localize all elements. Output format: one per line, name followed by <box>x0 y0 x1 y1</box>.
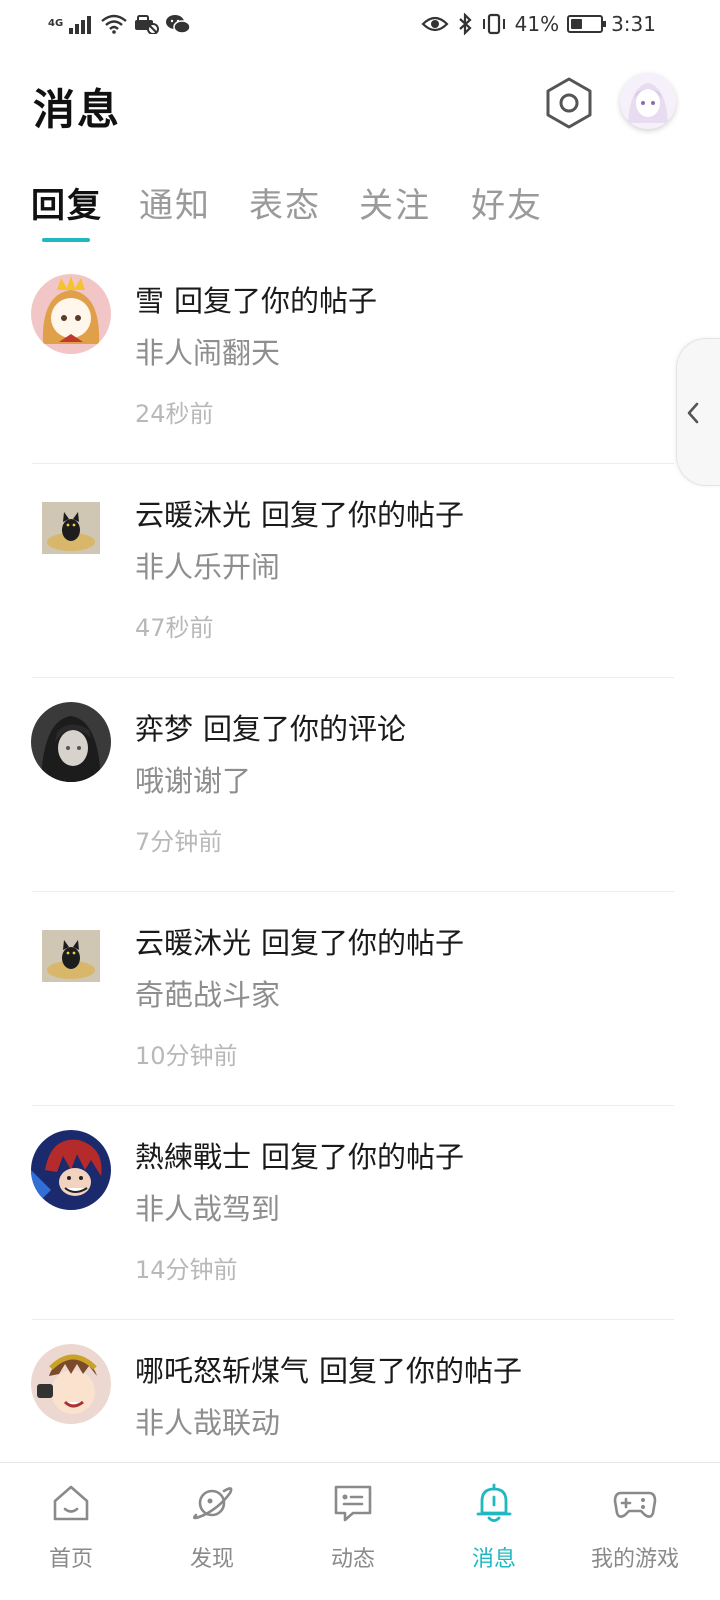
cell-signal-icon <box>69 16 92 34</box>
red-hair-avatar-image <box>31 1130 111 1210</box>
message-content: 奇葩战斗家 <box>135 978 281 1012</box>
message-user: 云暖沐光 <box>135 498 252 532</box>
eye-comfort-icon <box>421 16 449 32</box>
tab-notice[interactable]: 通知 <box>139 178 211 227</box>
message-time: 24秒前 <box>135 400 214 428</box>
message-content: 非人闹翻天 <box>135 336 281 370</box>
nav-label: 发现 <box>189 1547 234 1572</box>
nav-label: 首页 <box>48 1547 93 1572</box>
message-action: 回复了你的帖子 <box>174 284 378 318</box>
message-action: 回复了你的帖子 <box>319 1354 523 1388</box>
bottom-navigation: 首页 发现 动态 消息 我的游戏 <box>0 1462 720 1600</box>
network-type: 4G <box>48 18 64 29</box>
nav-my-games[interactable]: 我的游戏 <box>580 1481 690 1581</box>
message-action: 回复了你的帖子 <box>261 1140 465 1174</box>
cartoon-girl-avatar[interactable] <box>31 274 111 354</box>
laurel-avatar-image <box>31 1344 111 1424</box>
bell-icon <box>476 1483 512 1522</box>
message-item[interactable]: 云暖沐光 回复了你的帖子 奇葩战斗家 10分钟前 <box>0 892 720 1106</box>
laurel-avatar[interactable] <box>31 1344 111 1424</box>
message-content: 非人乐开闹 <box>135 550 281 584</box>
planet-icon <box>192 1487 233 1520</box>
nav-label: 我的游戏 <box>590 1547 679 1572</box>
nav-messages[interactable]: 消息 <box>439 1481 549 1581</box>
message-user: 弈梦 <box>135 712 194 746</box>
message-user: 雪 <box>135 284 165 318</box>
black-cat-avatar[interactable] <box>42 502 100 554</box>
message-title: 熱練戰士 回复了你的帖子 <box>135 1134 464 1176</box>
message-title: 雪回复了你的帖子 <box>135 278 377 320</box>
message-item[interactable]: 熱練戰士 回复了你的帖子 非人哉驾到 14分钟前 <box>0 1106 720 1320</box>
message-item[interactable]: 弈梦 回复了你的评论 哦谢谢了 7分钟前 <box>0 678 720 892</box>
dark-anime-avatar-image <box>31 702 111 782</box>
battery-percent: 41% <box>514 12 560 36</box>
nav-label: 动态 <box>330 1547 375 1572</box>
nav-feed[interactable]: 动态 <box>298 1481 408 1581</box>
message-tabs: 回复 通知 表态 关注 好友 <box>31 178 651 248</box>
settings-button[interactable] <box>544 76 594 130</box>
message-action: 回复了你的帖子 <box>261 498 465 532</box>
message-user: 云暖沐光 <box>135 926 252 960</box>
user-avatar[interactable] <box>620 73 676 129</box>
cartoon-girl-avatar-image <box>31 274 111 354</box>
message-time: 47秒前 <box>135 614 214 642</box>
tab-follow[interactable]: 关注 <box>359 178 431 227</box>
message-title: 弈梦 回复了你的评论 <box>135 706 406 748</box>
black-cat-avatar-image <box>42 930 100 982</box>
nav-discover[interactable]: 发现 <box>157 1481 267 1581</box>
message-item[interactable]: 雪回复了你的帖子 非人闹翻天 24秒前 <box>0 250 720 464</box>
message-user: 熱練戰士 <box>135 1140 252 1174</box>
battery-fill <box>571 19 583 29</box>
message-user: 哪吒怒斩煤气 <box>135 1354 310 1388</box>
active-tab-indicator <box>42 238 90 242</box>
dark-anime-avatar[interactable] <box>31 702 111 782</box>
wechat-icon <box>166 15 191 34</box>
nav-label: 消息 <box>471 1547 516 1572</box>
status-bar: 4G 41% 3:31 <box>0 0 720 48</box>
message-content: 非人哉联动 <box>135 1406 281 1440</box>
tab-reply[interactable]: 回复 <box>31 178 103 227</box>
settings-hexagon-icon <box>546 77 592 129</box>
wifi-icon <box>101 14 127 34</box>
message-action: 回复了你的评论 <box>203 712 407 746</box>
red-hair-avatar[interactable] <box>31 1130 111 1210</box>
vibrate-icon <box>482 13 505 35</box>
chevron-left-icon <box>687 402 699 424</box>
battery-icon <box>567 15 607 33</box>
side-drawer-handle[interactable] <box>676 338 720 486</box>
tab-friends[interactable]: 好友 <box>471 178 543 227</box>
message-title: 云暖沐光 回复了你的帖子 <box>135 492 464 534</box>
status-left: 4G <box>48 10 191 38</box>
clock: 3:31 <box>611 12 656 36</box>
message-title: 哪吒怒斩煤气 回复了你的帖子 <box>135 1348 522 1390</box>
message-content: 哦谢谢了 <box>135 764 252 798</box>
car-mode-icon <box>135 15 160 34</box>
page-title: 消息 <box>33 85 122 134</box>
message-content: 非人哉驾到 <box>135 1192 281 1226</box>
message-title: 云暖沐光 回复了你的帖子 <box>135 920 464 962</box>
message-time: 10分钟前 <box>135 1042 238 1070</box>
anime-girl-avatar-image <box>620 73 676 129</box>
status-right: 41% 3:31 <box>421 10 656 38</box>
black-cat-avatar-image <box>42 502 100 554</box>
nav-home[interactable]: 首页 <box>16 1481 126 1581</box>
message-time: 14分钟前 <box>135 1256 238 1284</box>
tab-reaction[interactable]: 表态 <box>249 178 321 227</box>
message-item[interactable]: 云暖沐光 回复了你的帖子 非人乐开闹 47秒前 <box>0 464 720 678</box>
black-cat-avatar[interactable] <box>42 930 100 982</box>
gamepad-icon <box>613 1491 657 1518</box>
chat-bubble-icon <box>334 1485 372 1522</box>
home-icon <box>53 1485 89 1521</box>
message-time: 7分钟前 <box>135 828 223 856</box>
message-action: 回复了你的帖子 <box>261 926 465 960</box>
bluetooth-icon <box>458 13 472 35</box>
